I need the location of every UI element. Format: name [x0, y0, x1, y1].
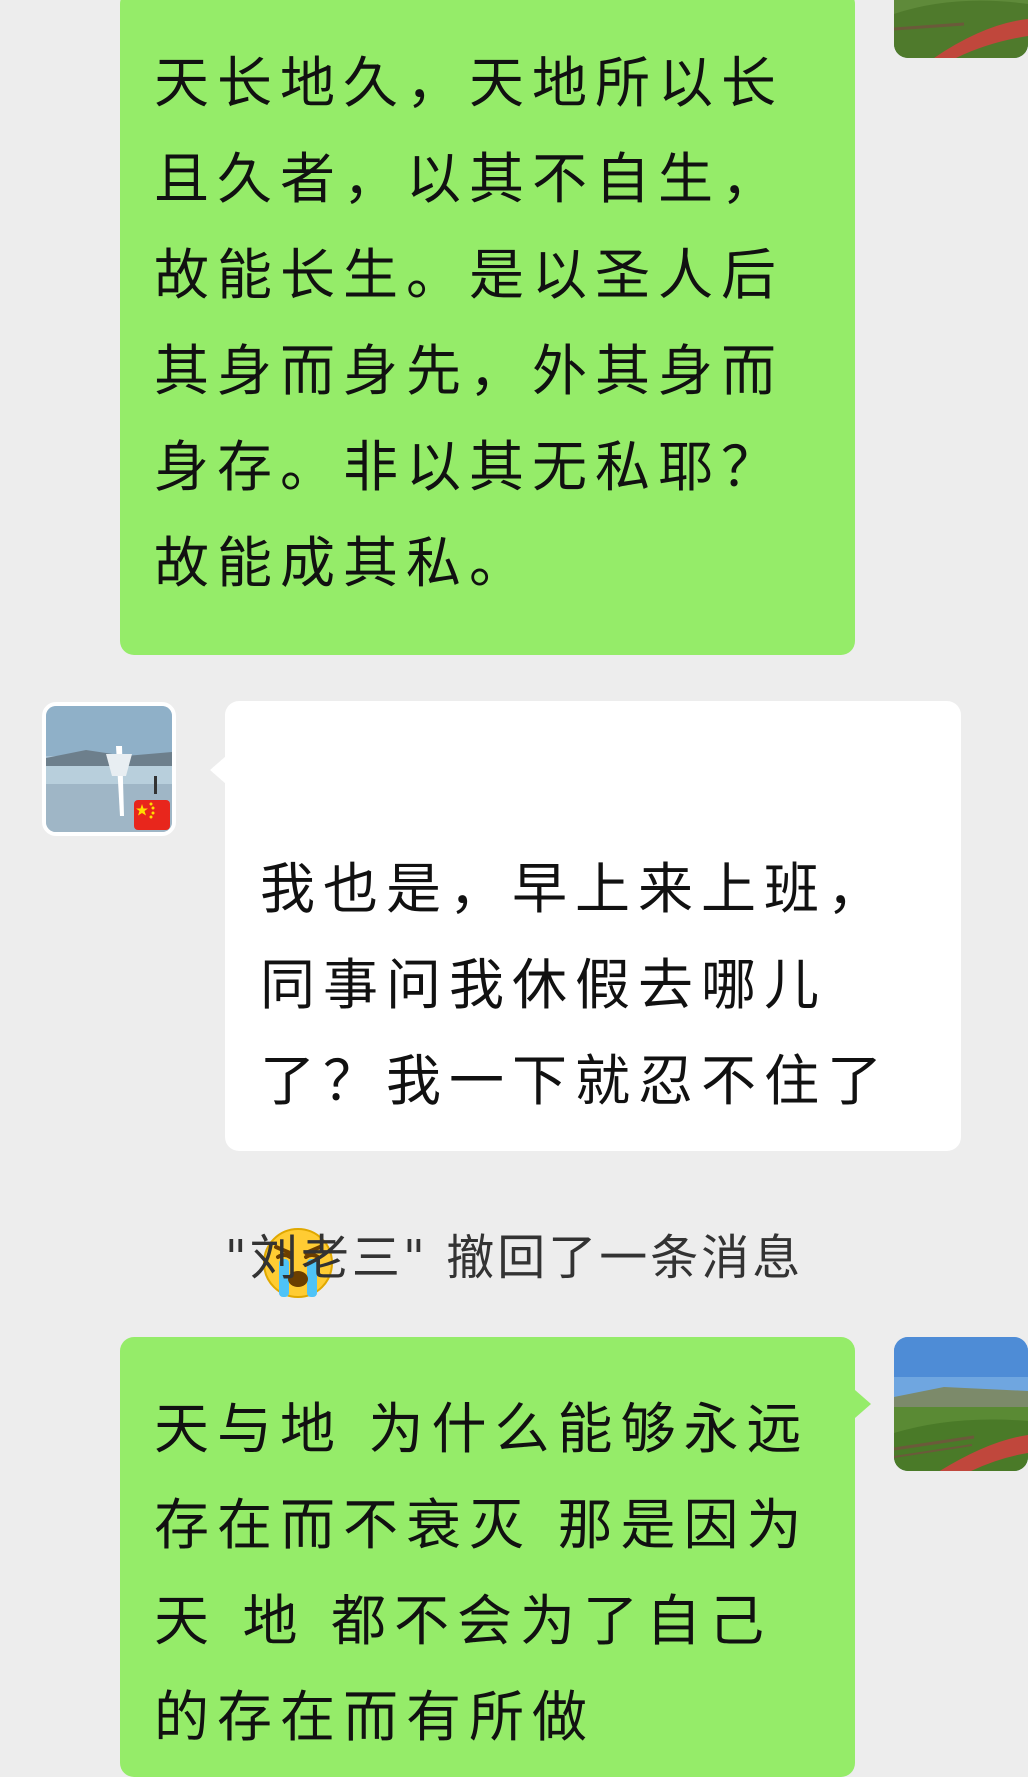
message-text: 我也是，早上来上班，同事问我休假去哪儿了？我一下就忍不住了	[260, 857, 891, 1113]
my-avatar-top[interactable]	[894, 0, 1028, 58]
bubble-tail	[210, 756, 226, 784]
message-bubble-mine[interactable]: 天与地 为什么能够永远存在而不衰灭 那是因为 天 地 都不会为了自己的存在而有所…	[120, 1337, 855, 1777]
contact-avatar[interactable]	[42, 702, 176, 836]
message-bubble-theirs[interactable]: 我也是，早上来上班，同事问我休假去哪儿了？我一下就忍不住了	[225, 701, 961, 1298]
message-bubble-mine[interactable]: 天长地久，天地所以长且久者，以其不自生，故能长生。是以圣人后其身而身先，外其身而…	[120, 0, 855, 655]
china-flag-icon	[134, 800, 170, 830]
bubble-tail	[855, 1390, 871, 1418]
recall-notice: "刘老三" 撤回了一条消息	[224, 1230, 804, 1286]
my-avatar[interactable]	[894, 1337, 1028, 1471]
